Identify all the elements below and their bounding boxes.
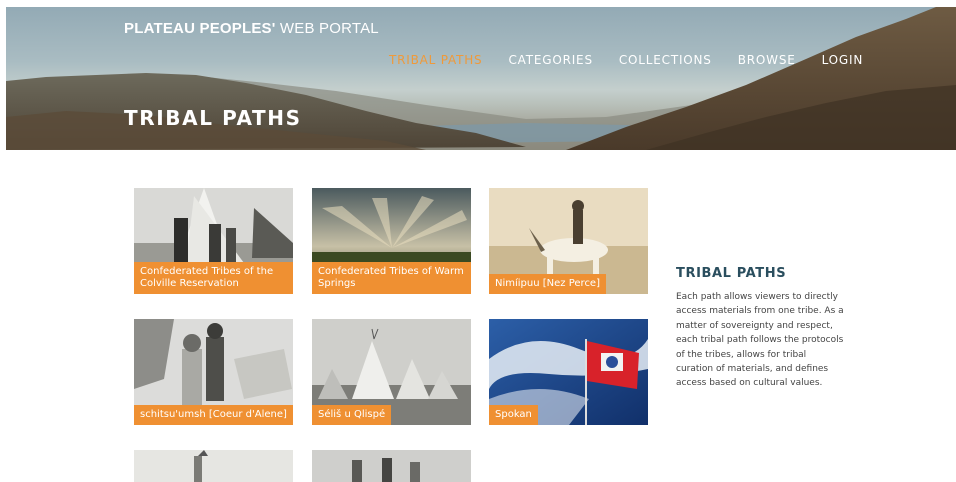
nav-item-collections[interactable]: COLLECTIONS (619, 53, 712, 67)
tribe-tile-selish-qlispe[interactable]: Séliš u Qlispé (312, 319, 471, 425)
tile-caption: Séliš u Qlispé (312, 405, 392, 425)
page-title: TRIBAL PATHS (124, 106, 302, 130)
tile-caption: Confederated Tribes of Warm Springs (312, 262, 471, 294)
tribe-tile-colville[interactable]: Confederated Tribes of the Colville Rese… (134, 188, 293, 294)
tile-caption: Nimíipuu [Nez Perce] (489, 274, 606, 294)
hero-banner: PLATEAU PEOPLES' WEB PORTAL TRIBAL PATHS… (6, 7, 956, 150)
tile-caption: schitsu'umsh [Coeur d'Alene] (134, 405, 293, 425)
tribe-tile-warm-springs[interactable]: Confederated Tribes of Warm Springs (312, 188, 471, 294)
tile-caption: Confederated Tribes of the Colville Rese… (134, 262, 293, 294)
tribe-tile-row3-a[interactable] (134, 450, 293, 482)
tribe-tile-nez-perce[interactable]: Nimíipuu [Nez Perce] (489, 188, 648, 294)
tile-caption: Spokan (489, 405, 538, 425)
nav-item-tribal-paths[interactable]: TRIBAL PATHS (389, 53, 482, 67)
sidebar-description: Each path allows viewers to directly acc… (676, 292, 844, 389)
brand-name-light: WEB PORTAL (275, 20, 379, 37)
brand-name-bold: PLATEAU PEOPLES' (124, 20, 276, 37)
sidebar-heading: TRIBAL PATHS (676, 266, 787, 281)
nav-item-browse[interactable]: BROWSE (738, 53, 796, 67)
main-nav: TRIBAL PATHS CATEGORIES COLLECTIONS BROW… (389, 53, 863, 67)
site-brand[interactable]: PLATEAU PEOPLES' WEB PORTAL (124, 20, 379, 37)
tile-photo (134, 450, 293, 482)
tribe-tile-row3-b[interactable] (312, 450, 471, 482)
nav-item-categories[interactable]: CATEGORIES (508, 53, 592, 67)
tribe-tile-spokan[interactable]: Spokan (489, 319, 648, 425)
tribe-tile-coeur-dalene[interactable]: schitsu'umsh [Coeur d'Alene] (134, 319, 293, 425)
nav-item-login[interactable]: LOGIN (822, 53, 864, 67)
tile-photo (312, 450, 471, 482)
